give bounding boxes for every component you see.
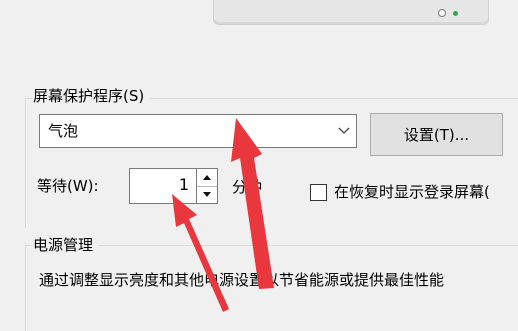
- chevron-down-icon: [338, 127, 350, 134]
- power-group-title: 电源管理: [33, 236, 100, 254]
- triangle-down-icon: [203, 192, 211, 197]
- power-group-border-left: [25, 245, 26, 331]
- screen-saver-group-title: 屏幕保护程序(S): [33, 87, 151, 105]
- wait-minutes-value: 1: [178, 175, 189, 194]
- spinner-up-button[interactable]: [197, 169, 217, 187]
- resume-login-label[interactable]: 在恢复时显示登录屏幕(: [334, 183, 490, 201]
- spinner-down-button[interactable]: [197, 186, 217, 203]
- screen-saver-dropdown[interactable]: 气泡: [39, 114, 357, 148]
- screen-saver-settings-button[interactable]: 设置(T)...: [370, 113, 503, 156]
- triangle-up-icon: [203, 175, 211, 180]
- screen-saver-selected-option: 气泡: [48, 122, 79, 140]
- screen-saver-settings-window: 屏幕保护程序(S) 气泡 设置(T)... 等待(W): 1 分钟 在恢复时显示…: [0, 0, 518, 331]
- wait-minutes-input[interactable]: 1: [129, 168, 197, 204]
- monitor-button-icon: [438, 9, 446, 17]
- power-description: 通过调整显示亮度和其他电源设置以节省能源或提供最佳性能: [39, 271, 445, 289]
- wait-label: 等待(W):: [37, 177, 99, 195]
- monitor-preview: [213, 0, 489, 25]
- wait-minutes-spinner[interactable]: [196, 168, 218, 204]
- red-arrow-icon: [172, 194, 229, 312]
- resume-login-checkbox[interactable]: [310, 184, 327, 201]
- minutes-unit-label: 分钟: [232, 178, 263, 196]
- monitor-power-led-icon: [453, 11, 458, 16]
- screen-saver-group-border-left: [25, 98, 26, 228]
